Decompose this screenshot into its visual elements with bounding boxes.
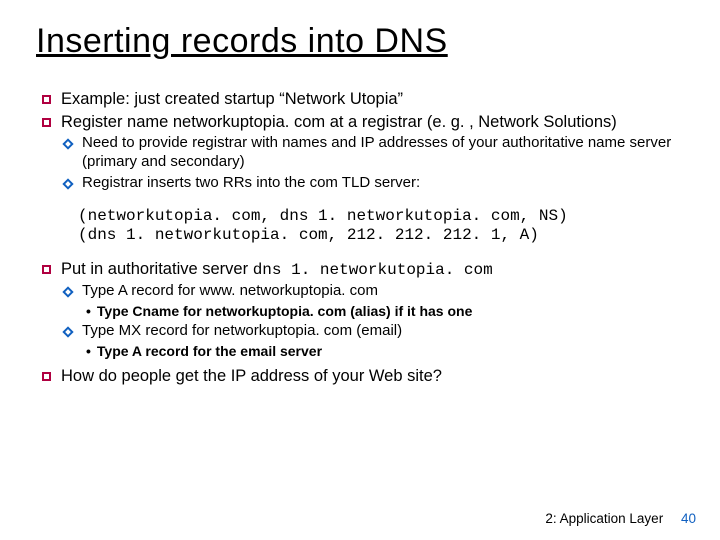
footer-label: 2: Application Layer <box>545 511 663 526</box>
square-bullet-icon <box>42 95 51 104</box>
bullet-2a-text: Need to provide registrar with names and… <box>82 134 692 172</box>
diamond-bullet-icon <box>62 326 73 337</box>
code-line-1: (networkutopia. com, dns 1. networkutopi… <box>78 207 692 226</box>
bullet-4-text: How do people get the IP address of your… <box>61 366 442 387</box>
bullet-3-mono: dns 1. networkutopia. com <box>253 261 493 279</box>
dot-bullet-icon: • <box>86 343 91 361</box>
slide-body: Example: just created startup “Network U… <box>28 89 692 387</box>
slide-title: Inserting records into DNS <box>36 22 692 61</box>
bullet-2-text: Register name networkuptopia. com at a r… <box>61 112 617 133</box>
code-line-2: (dns 1. networkutopia. com, 212. 212. 21… <box>78 226 692 245</box>
slide-footer: 2: Application Layer 40 <box>545 511 696 526</box>
bullet-3a1-text: Type Cname for networkuptopia. com (alia… <box>97 303 472 321</box>
bullet-3b-text: Type MX record for networkuptopia. com (… <box>82 322 402 341</box>
bullet-3-pre: Put in authoritative server <box>61 260 253 278</box>
footer-page-number: 40 <box>681 511 696 526</box>
dot-bullet-icon: • <box>86 303 91 321</box>
bullet-1-text: Example: just created startup “Network U… <box>61 89 403 110</box>
bullet-2b-text: Registrar inserts two RRs into the com T… <box>82 174 420 193</box>
square-bullet-icon <box>42 372 51 381</box>
diamond-bullet-icon <box>62 178 73 189</box>
square-bullet-icon <box>42 118 51 127</box>
bullet-3a-text: Type A record for www. networkuptopia. c… <box>82 282 378 301</box>
square-bullet-icon <box>42 265 51 274</box>
bullet-3-text: Put in authoritative server dns 1. netwo… <box>61 259 493 280</box>
diamond-bullet-icon <box>62 139 73 150</box>
bullet-3b1-text: Type A record for the email server <box>97 343 322 361</box>
diamond-bullet-icon <box>62 286 73 297</box>
code-block: (networkutopia. com, dns 1. networkutopi… <box>78 207 692 245</box>
